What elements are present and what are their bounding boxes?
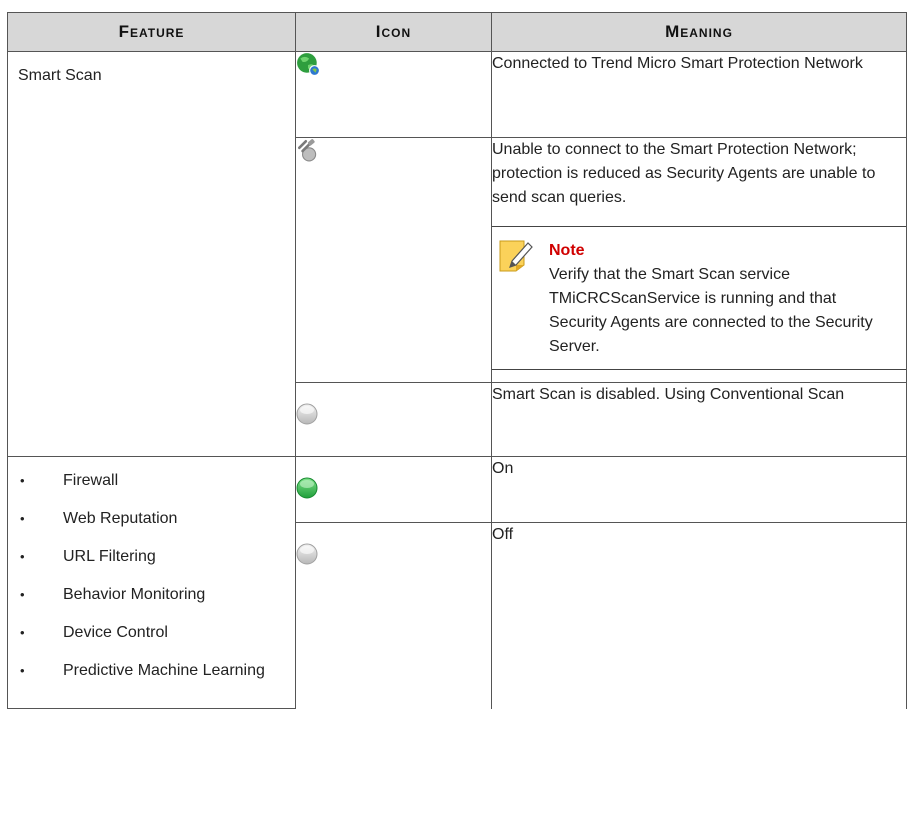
green-circle-icon xyxy=(296,477,491,499)
note-pencil-icon xyxy=(498,237,534,281)
meaning-cell: Unable to connect to the Smart Protectio… xyxy=(491,137,907,383)
icon-cell xyxy=(295,456,492,523)
meaning-cell: Off xyxy=(491,522,907,709)
header-feature: Feature xyxy=(7,12,296,52)
header-icon: Icon xyxy=(295,12,492,52)
list-item: Behavior Monitoring xyxy=(8,583,295,607)
table-row: Firewall Web Reputation URL Filtering Be… xyxy=(7,456,907,709)
table-row: Smart Scan Connected to Trend Micro Smar… xyxy=(7,51,907,457)
meaning-text: Unable to connect to the Smart Protectio… xyxy=(492,141,876,206)
list-item: Predictive Machine Learning xyxy=(8,659,295,683)
list-item: Device Control xyxy=(8,621,295,645)
table-header-row: Feature Icon Meaning xyxy=(7,12,907,52)
globe-connected-icon xyxy=(296,52,491,76)
meaning-cell: On xyxy=(491,456,907,523)
gray-circle-icon xyxy=(296,543,491,565)
gray-circle-icon xyxy=(296,403,491,425)
icon-cell xyxy=(295,382,492,457)
meaning-cell: Connected to Trend Micro Smart Protectio… xyxy=(491,51,907,138)
list-item: Web Reputation xyxy=(8,507,295,531)
feature-list: Firewall Web Reputation URL Filtering Be… xyxy=(8,457,295,705)
list-item: URL Filtering xyxy=(8,545,295,569)
feature-cell-protection: Firewall Web Reputation URL Filtering Be… xyxy=(7,456,296,709)
disconnected-plug-icon xyxy=(296,138,491,162)
icon-cell xyxy=(295,137,492,383)
note-title: Note xyxy=(549,242,585,259)
feature-name-smart-scan: Smart Scan xyxy=(18,67,102,84)
feature-status-table: Feature Icon Meaning Smart Scan Connecte… xyxy=(7,12,907,709)
icon-cell xyxy=(295,51,492,138)
meaning-cell: Smart Scan is disabled. Using Convention… xyxy=(491,382,907,457)
note-box: Note Verify that the Smart Scan service … xyxy=(492,226,906,370)
header-meaning: Meaning xyxy=(491,12,907,52)
feature-cell-smart-scan: Smart Scan xyxy=(7,51,296,457)
icon-cell xyxy=(295,522,492,709)
list-item: Firewall xyxy=(8,469,295,493)
note-body: Verify that the Smart Scan service TMiCR… xyxy=(549,266,873,355)
